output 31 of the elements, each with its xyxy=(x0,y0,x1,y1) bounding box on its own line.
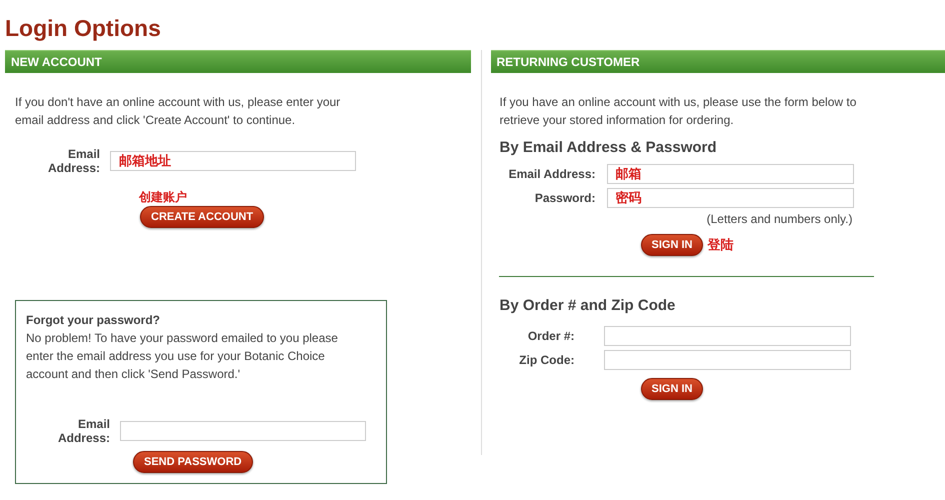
page-title: Login Options xyxy=(5,14,162,42)
input-field[interactable] xyxy=(604,326,850,346)
field-label: Email Address: xyxy=(56,417,110,445)
annotation-text: 创建账户 xyxy=(139,189,187,206)
section-title: By Order # and Zip Code xyxy=(500,297,676,314)
field-label: Zip Code: xyxy=(518,353,574,367)
sign-in-button[interactable]: SIGN IN xyxy=(640,378,704,400)
hint-text: (Letters and numbers only.) xyxy=(706,212,852,226)
input-field[interactable] xyxy=(604,350,850,370)
field-label: Email Address: xyxy=(508,167,596,181)
section-header: RETURNING CUSTOMER xyxy=(490,50,945,73)
create-account-button[interactable]: CREATE ACCOUNT xyxy=(140,206,264,228)
section-title: By Email Address & Password xyxy=(500,139,718,156)
panel-text: No problem! To have your password emailed to you please enter the email address you use for your Botanic Choice account and then click 'Send Password.' xyxy=(26,330,339,383)
input-field[interactable]: 邮箱 xyxy=(606,164,854,184)
sign-in-button[interactable]: SIGN IN xyxy=(640,234,704,256)
intro-text: If you don't have an online account with us, please enter your email address and click 'Create Account' to continue. xyxy=(15,94,342,129)
annotation-text: 邮箱 xyxy=(616,165,642,183)
panel-title: Forgot your password? xyxy=(26,312,162,329)
send-password-button[interactable]: SEND PASSWORD xyxy=(133,451,253,473)
annotation-text: 密码 xyxy=(616,189,642,207)
field-label: Order #: xyxy=(526,329,574,343)
input-field[interactable] xyxy=(120,421,366,441)
input-field[interactable]: 邮箱地址 xyxy=(110,151,356,171)
field-label: Password: xyxy=(534,191,596,205)
intro-text: If you have an online account with us, please use the form below to retrieve your stored information for ordering. xyxy=(500,94,858,129)
field-label: Email Address: xyxy=(46,147,100,175)
annotation-text: 登陆 xyxy=(707,236,734,254)
input-field[interactable]: 密码 xyxy=(606,188,854,208)
annotation-text: 邮箱地址 xyxy=(119,152,171,170)
section-header: NEW ACCOUNT xyxy=(5,50,470,73)
